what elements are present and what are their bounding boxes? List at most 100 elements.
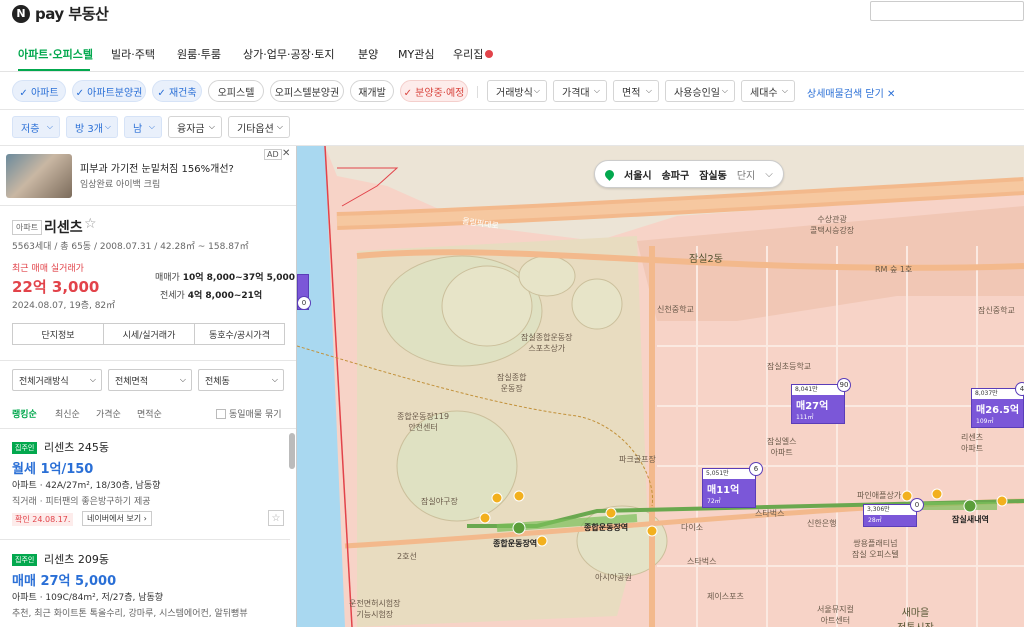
dropdown-rooms[interactable]: 방 3개 ⌵ (66, 116, 118, 138)
jeonse-price-value: 4억 8,000~21억 (187, 291, 263, 301)
complex-info: 5563세대 / 총 65동 / 2008.07.31 / 42.28㎡ ~ 1… (12, 242, 249, 252)
ad-banner[interactable]: 피부과 가기전 눈밑처짐 156%개선? 임상완료 아이백 크림 AD ✕ (0, 146, 296, 206)
map-view[interactable]: 서울시 송파구 잠실동 단지 ⌵ 올림픽대로 잠실2동 수상관광 콜택시승강장 … (297, 146, 1024, 627)
sort-area[interactable]: 면적순 (137, 407, 162, 420)
marker-price-per-area: 5,051만 (703, 469, 755, 479)
chip-apartment[interactable]: ✓ 아파트 (12, 80, 66, 102)
nav-my-home-label: 우리집 (453, 48, 484, 61)
nav-tab-oneroom-tworoom[interactable]: 원룸·투룸 (177, 46, 221, 62)
nav-tab-apartment-officetel[interactable]: 아파트·오피스텔 (18, 46, 93, 62)
price-marker[interactable]: 5,051만 매11억 72㎡ (702, 468, 756, 508)
map-label-poi: 수상관광 콜택시승강장 (810, 215, 855, 235)
chevron-down-icon: ⌵ (104, 122, 111, 131)
map-label-poi: 스타벅스 (755, 509, 785, 518)
map-label-poi: 파크골프장 (619, 455, 656, 464)
dropdown-all-buildings[interactable]: 전체동 ⌵ (198, 369, 284, 391)
dropdown-other-options[interactable]: 기타옵션 ⌵ (228, 116, 290, 138)
owner-badge: 집주인 (12, 442, 38, 454)
unit-official-price-button[interactable]: 동호수/공시가격 (194, 323, 285, 345)
favorite-star-icon[interactable]: ☆ (84, 216, 97, 232)
property-type-filters: ✓ 아파트 ✓ 아파트분양권 ✓ 재건축 오피스텔 오피스텔분양권 재개발 ✓ … (0, 72, 1024, 110)
dropdown-all-trade-types[interactable]: 전체거래방식 ⌵ (12, 369, 102, 391)
listing-item[interactable]: 집주인 리센츠 245동 월세 1억/150 아파트 · 42A/27m², 1… (0, 430, 290, 540)
marker-area: 109㎡ (976, 418, 994, 425)
complex-info-button[interactable]: 단지정보 (12, 323, 104, 345)
dropdown-direction[interactable]: 남 ⌵ (124, 116, 162, 138)
dropdown-households[interactable]: 세대수 ⌵ (741, 80, 795, 102)
listing-description: 직거래 · 피터팬의 좋은방구하기 제공 (12, 497, 151, 507)
dropdown-trade-type[interactable]: 거래방식 ⌵ (487, 80, 547, 102)
search-input[interactable] (870, 1, 1024, 21)
dropdown-area-label: 면적 (622, 87, 641, 99)
jeonse-price-range: 전세가 4억 8,000~21억 (160, 288, 262, 301)
left-panel: 피부과 가기전 눈밑처짐 156%개선? 임상완료 아이백 크림 AD ✕ 아파… (0, 146, 297, 627)
favorite-star-icon[interactable]: ☆ (268, 510, 284, 526)
divider (477, 86, 478, 98)
sort-options: 랭킹순 최신순 가격순 면적순 동일매물 묶기 (0, 401, 296, 429)
naver-pay-realestate-logo[interactable]: N pay 부동산 (12, 3, 109, 24)
dropdown-floor-label: 저층 (21, 123, 40, 135)
listing-price: 매매 27억 5,000 (12, 574, 117, 589)
view-on-naver-button[interactable]: 네이버에서 보기 › (82, 511, 152, 526)
listing-item[interactable]: 집주인 리센츠 209동 매매 27억 5,000 아파트 · 109C/84m… (0, 542, 290, 627)
recent-trade-label: 최근 매매 실거래가 (12, 264, 84, 274)
nav-tab-my-home[interactable]: 우리집 (453, 46, 494, 62)
complex-name: 리센츠 (44, 220, 83, 236)
dropdown-price-range[interactable]: 가격대 ⌵ (553, 80, 607, 102)
map-label-poi: 종합운동장119 안전센터 (397, 412, 450, 432)
panel-scrollbar[interactable] (289, 433, 295, 469)
nav-tab-presale[interactable]: 분양 (358, 46, 378, 62)
dropdown-approval-date[interactable]: 사용승인일 ⌵ (665, 80, 735, 102)
listing-title: 리센츠 245동 (44, 441, 109, 454)
location-city[interactable]: 서울시 (624, 167, 652, 182)
marker-price: 매27억 (796, 401, 829, 412)
subway-station[interactable]: 종합운동장역 (493, 538, 537, 549)
dropdown-loan[interactable]: 융자금 ⌵ (168, 116, 222, 138)
detail-filters: 저층 ⌵ 방 3개 ⌵ 남 ⌵ 융자금 ⌵ 기타옵션 ⌵ (0, 110, 1024, 146)
sort-price[interactable]: 가격순 (96, 407, 121, 420)
nav-tab-my-interest[interactable]: MY관심 (398, 46, 434, 62)
close-icon[interactable]: ✕ (282, 148, 290, 159)
location-district[interactable]: 송파구 (662, 167, 690, 182)
chip-officetel[interactable]: 오피스텔 (208, 80, 264, 102)
map-label-area: 잠실2동 (689, 254, 723, 265)
nav-tab-villa-house[interactable]: 빌라·주택 (111, 46, 155, 62)
dropdown-floor[interactable]: 저층 ⌵ (12, 116, 60, 138)
chip-presale-ongoing[interactable]: ✓ 분양중·예정 (400, 80, 468, 102)
map-label-poi: 아시아공원 (595, 573, 632, 582)
active-tab-underline (18, 69, 90, 71)
dropdown-other-options-label: 기타옵션 (237, 123, 274, 135)
nav-tab-commercial[interactable]: 상가·업무·공장·토지 (243, 46, 334, 62)
chevron-down-icon: ⌵ (781, 86, 788, 95)
sort-ranking[interactable]: 랭킹순 (12, 407, 37, 420)
chip-officetel-presale[interactable]: 오피스텔분양권 (270, 80, 344, 102)
dropdown-all-areas[interactable]: 전체면적 ⌵ (108, 369, 192, 391)
dropdown-all-areas-label: 전체면적 (115, 376, 149, 387)
ad-badge: AD (264, 149, 282, 160)
location-level[interactable]: 단지 (737, 167, 755, 182)
dropdown-area[interactable]: 면적 ⌵ (613, 80, 659, 102)
subway-station[interactable]: 잠실새내역 (952, 514, 989, 525)
chip-apartment-presale[interactable]: ✓ 아파트분양권 (72, 80, 146, 102)
price-marker[interactable]: 8,041만 매27억 111㎡ (791, 384, 845, 424)
dropdown-direction-label: 남 (133, 123, 143, 135)
detail-search-close-button[interactable]: 상세매물검색 닫기 ✕ (807, 85, 895, 100)
price-marker[interactable]: 3,306만 28㎡ (863, 504, 917, 527)
location-dong[interactable]: 잠실동 (699, 167, 727, 182)
chip-reconstruction[interactable]: ✓ 재건축 (152, 80, 202, 102)
chevron-down-icon: ⌵ (271, 375, 278, 384)
sort-latest[interactable]: 최신순 (55, 407, 80, 420)
map-label-poi: 다이소 (681, 523, 704, 532)
market-price-button[interactable]: 시세/실거래가 (103, 323, 195, 345)
location-breadcrumb[interactable]: 서울시 송파구 잠실동 단지 ⌵ (594, 160, 784, 188)
chip-redevelopment[interactable]: 재개발 (350, 80, 394, 102)
map-label-poi: 서울뮤지컬 아트센터 (817, 605, 854, 625)
sale-price-label: 매매가 (155, 273, 180, 283)
listing-spec: 아파트 · 42A/27m², 18/30층, 남동향 (12, 481, 161, 491)
chevron-down-icon: ⌵ (593, 86, 600, 95)
subway-station[interactable]: 종합운동장역 (584, 522, 628, 533)
price-marker[interactable]: 8,037만 매26.5억 109㎡ (971, 388, 1024, 428)
map-label-poi: 스타벅스 (687, 557, 717, 566)
dropdown-households-label: 세대수 (750, 87, 778, 99)
group-same-listings-checkbox[interactable]: 동일매물 묶기 (216, 407, 282, 420)
